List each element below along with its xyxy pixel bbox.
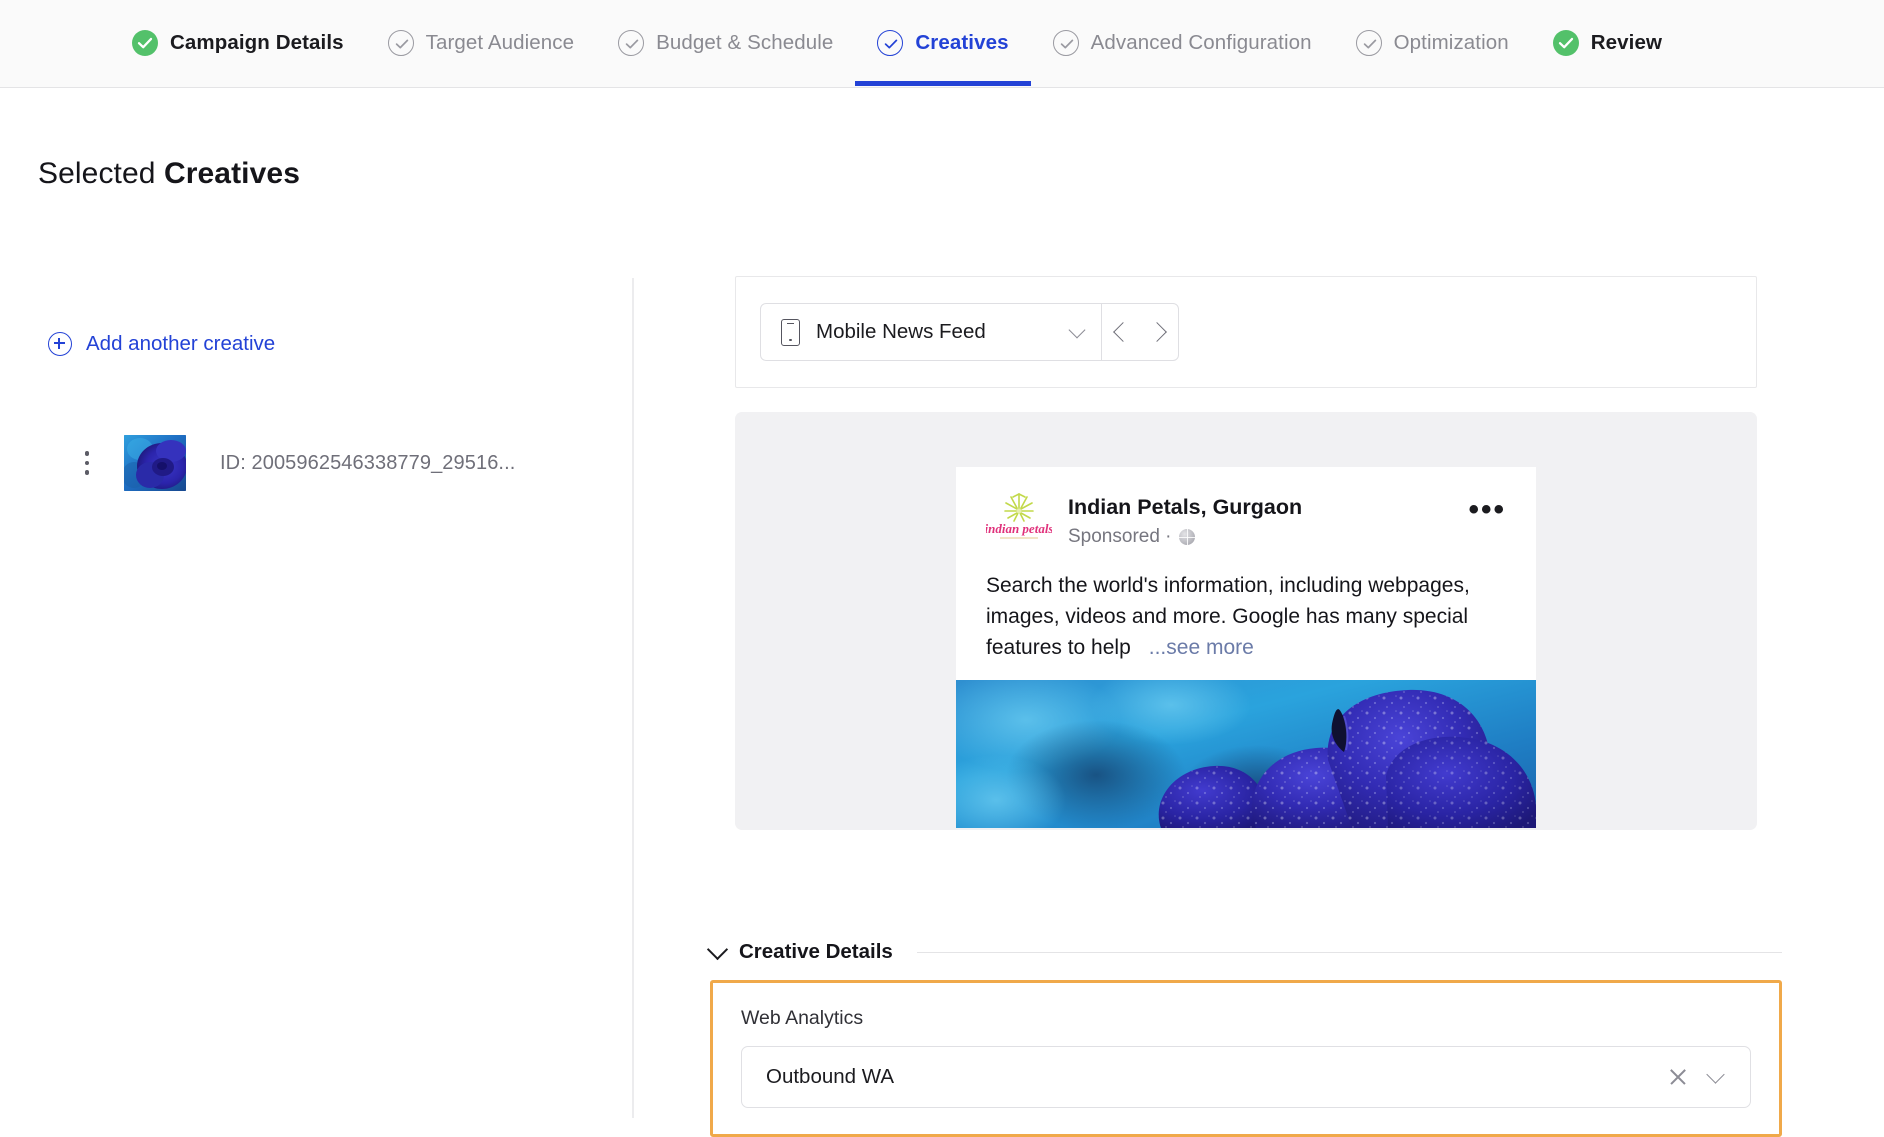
check-circle-outline-icon bbox=[618, 30, 645, 56]
globe-icon bbox=[1178, 528, 1195, 545]
tab-creatives[interactable]: Creatives bbox=[855, 0, 1031, 86]
see-more-link[interactable]: ...see more bbox=[1149, 636, 1254, 659]
add-another-creative-label: Add another creative bbox=[86, 332, 276, 355]
creative-details-section: Creative Details Web Analytics Outbound … bbox=[706, 938, 1782, 1137]
chevron-left-icon bbox=[1113, 322, 1133, 342]
web-analytics-highlight-box: Web Analytics Outbound WA bbox=[710, 980, 1782, 1137]
section-rule bbox=[916, 951, 1782, 953]
tab-label: Advanced Configuration bbox=[1090, 31, 1312, 54]
web-analytics-select[interactable]: Outbound WA bbox=[741, 1046, 1751, 1108]
creative-preview-panel: Mobile News Feed indian petals Indian Pe… bbox=[735, 276, 1759, 830]
chevron-right-icon bbox=[1147, 322, 1167, 342]
ad-preview-card: indian petals Indian Petals, Gurgaon Spo… bbox=[956, 467, 1536, 829]
plus-circle-icon bbox=[48, 332, 72, 356]
tab-advanced-configuration[interactable]: Advanced Configuration bbox=[1031, 0, 1334, 86]
wizard-step-tabbar: Campaign Details Target Audience Budget … bbox=[0, 0, 1884, 88]
tab-review[interactable]: Review bbox=[1531, 0, 1684, 86]
tab-label: Budget & Schedule bbox=[656, 31, 834, 54]
mobile-phone-icon bbox=[781, 318, 800, 346]
ad-creative-image bbox=[956, 680, 1536, 829]
advertiser-name: Indian Petals, Gurgaon bbox=[1068, 495, 1303, 519]
check-circle-outline-icon bbox=[877, 30, 904, 56]
tab-label: Review bbox=[1590, 31, 1663, 54]
svg-text:indian petals: indian petals bbox=[986, 521, 1052, 536]
sponsored-label: Sponsored · bbox=[1068, 525, 1172, 547]
page-title-regular: Selected bbox=[38, 157, 164, 190]
more-horizontal-icon[interactable]: ••• bbox=[1468, 491, 1506, 525]
tab-label: Optimization bbox=[1393, 31, 1509, 54]
chevron-down-icon[interactable] bbox=[1706, 1065, 1725, 1084]
check-circle-filled-icon bbox=[132, 30, 158, 56]
chevron-down-icon bbox=[706, 938, 729, 961]
check-circle-outline-icon bbox=[1355, 30, 1382, 56]
placement-selected-label: Mobile News Feed bbox=[816, 320, 986, 343]
advertiser-meta: Indian Petals, Gurgaon Sponsored · bbox=[1068, 491, 1452, 548]
add-another-creative-button[interactable]: Add another creative bbox=[48, 332, 275, 356]
web-analytics-value: Outbound WA bbox=[766, 1065, 895, 1088]
page-title-bold: Creatives bbox=[163, 157, 300, 190]
tab-label: Target Audience bbox=[425, 31, 575, 54]
selected-creatives-list-panel: Add another creative ID: 200596254633877… bbox=[0, 275, 633, 1120]
placement-control: Mobile News Feed bbox=[760, 303, 1179, 361]
previous-placement-button[interactable] bbox=[1102, 304, 1140, 360]
web-analytics-label: Web Analytics bbox=[741, 1007, 864, 1029]
ad-primary-text: Search the world's information, includin… bbox=[986, 570, 1506, 663]
placement-dropdown[interactable]: Mobile News Feed bbox=[761, 304, 1101, 360]
chevron-down-icon bbox=[1068, 321, 1086, 339]
tab-label: Campaign Details bbox=[170, 31, 344, 54]
advertiser-logo: indian petals bbox=[985, 491, 1054, 547]
placement-selector-panel: Mobile News Feed bbox=[735, 276, 1757, 388]
tab-target-audience[interactable]: Target Audience bbox=[366, 0, 597, 86]
tab-campaign-details[interactable]: Campaign Details bbox=[110, 0, 366, 86]
check-circle-outline-icon bbox=[387, 30, 414, 56]
page-title: Selected Creatives bbox=[38, 157, 300, 191]
check-circle-outline-icon bbox=[1052, 30, 1079, 56]
ad-card-header: indian petals Indian Petals, Gurgaon Spo… bbox=[985, 491, 1506, 548]
check-circle-filled-icon bbox=[1552, 30, 1579, 56]
tab-label: Creatives bbox=[915, 31, 1009, 54]
creative-list-item[interactable]: ID: 2005962546338779_29516... bbox=[76, 435, 515, 491]
tab-optimization[interactable]: Optimization bbox=[1334, 0, 1531, 86]
creative-details-header[interactable]: Creative Details bbox=[706, 938, 1782, 964]
placement-nav-group bbox=[1101, 304, 1178, 360]
next-placement-button[interactable] bbox=[1140, 304, 1178, 360]
ad-preview-stage: indian petals Indian Petals, Gurgaon Spo… bbox=[735, 412, 1757, 830]
creative-details-title: Creative Details bbox=[739, 940, 893, 963]
creative-id-label: ID: 2005962546338779_29516... bbox=[220, 451, 516, 474]
tab-budget-schedule[interactable]: Budget & Schedule bbox=[596, 0, 855, 86]
sponsored-line: Sponsored · bbox=[1068, 526, 1452, 548]
creative-thumbnail[interactable] bbox=[124, 435, 186, 491]
close-icon[interactable] bbox=[1665, 1064, 1691, 1090]
more-vertical-icon[interactable] bbox=[76, 451, 98, 475]
